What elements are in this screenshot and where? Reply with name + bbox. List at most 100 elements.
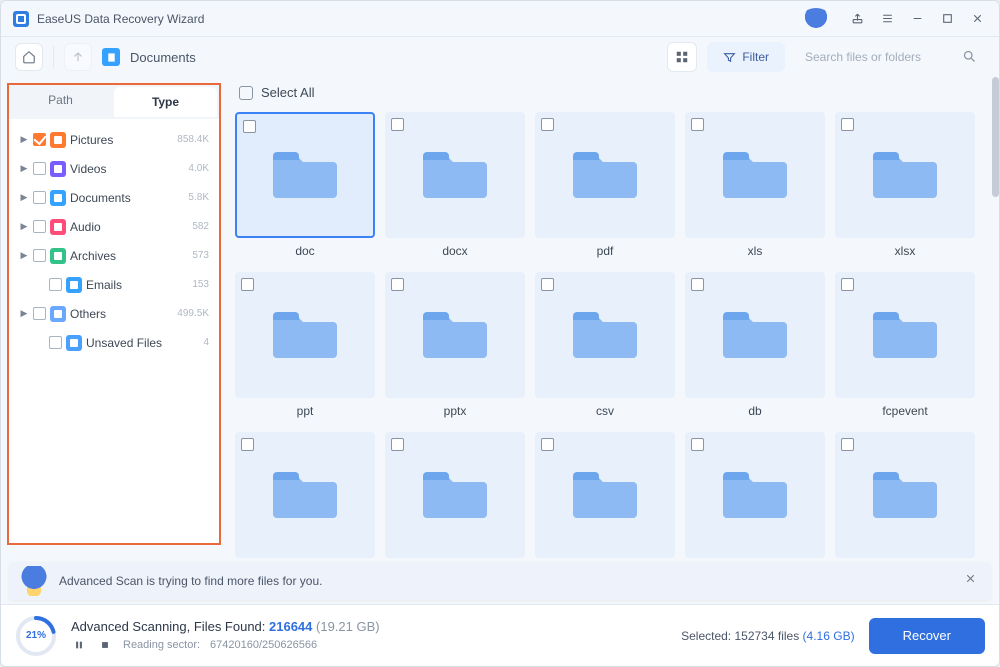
folder-tile[interactable]: xlsx [835, 112, 975, 258]
grid-scroll[interactable]: docdocxpdfxlsxlsx ppt pptx csvdb fcpevent [227, 106, 999, 604]
tile-checkbox[interactable] [691, 438, 704, 451]
chevron-right-icon: ▶ [19, 134, 29, 145]
chevron-right-icon: ▶ [19, 221, 29, 232]
folder-tile[interactable]: pptx [385, 272, 525, 418]
tile-checkbox[interactable] [391, 118, 404, 131]
maximize-button[interactable] [933, 5, 961, 33]
scrollbar-thumb[interactable] [992, 77, 999, 197]
pictures-icon [50, 132, 66, 148]
share-button[interactable] [843, 5, 871, 33]
documents-icon [102, 48, 120, 66]
folder-tile[interactable]: pdf [535, 112, 675, 258]
tile-checkbox[interactable] [541, 278, 554, 291]
item-checkbox[interactable] [49, 336, 62, 349]
sidebar-item-audio[interactable]: ▶Audio582 [13, 212, 215, 241]
tile-box [385, 272, 525, 398]
unsaved-icon [66, 335, 82, 351]
item-count: 858.4K [177, 134, 209, 145]
home-button[interactable] [15, 43, 43, 71]
sidebar-item-others[interactable]: ▶Others499.5K [13, 299, 215, 328]
select-all-checkbox[interactable] [239, 86, 253, 100]
folder-tile[interactable] [535, 432, 675, 564]
filter-button[interactable]: Filter [707, 42, 785, 72]
folder-icon [573, 146, 637, 205]
menu-button[interactable] [873, 5, 901, 33]
folder-tile[interactable]: fcpevent [835, 272, 975, 418]
tile-checkbox[interactable] [691, 278, 704, 291]
folder-tile[interactable]: xls [685, 112, 825, 258]
folder-tile[interactable]: csv [535, 272, 675, 418]
tile-checkbox[interactable] [391, 278, 404, 291]
folder-tile[interactable]: doc [235, 112, 375, 258]
folder-icon [423, 306, 487, 365]
item-checkbox[interactable] [33, 307, 46, 320]
tile-box [385, 112, 525, 238]
item-checkbox[interactable] [33, 162, 46, 175]
folder-tile[interactable]: db [685, 272, 825, 418]
minimize-button[interactable] [903, 5, 931, 33]
tile-box [685, 112, 825, 238]
folder-tile[interactable] [235, 432, 375, 564]
item-checkbox[interactable] [33, 249, 46, 262]
tile-checkbox[interactable] [391, 438, 404, 451]
folder-tile[interactable] [385, 432, 525, 564]
tile-box [835, 112, 975, 238]
folder-icon [273, 306, 337, 365]
tile-checkbox[interactable] [243, 120, 256, 133]
search-field[interactable] [795, 42, 985, 72]
up-button[interactable] [64, 43, 92, 71]
recover-button[interactable]: Recover [869, 618, 985, 654]
folder-icon [723, 466, 787, 525]
tile-label: fcpevent [882, 404, 927, 418]
sidebar-item-archives[interactable]: ▶Archives573 [13, 241, 215, 270]
chevron-right-icon: ▶ [19, 308, 29, 319]
tile-box [385, 432, 525, 558]
item-checkbox[interactable] [49, 278, 62, 291]
tile-label: pptx [444, 404, 467, 418]
item-count: 573 [192, 250, 209, 261]
sidebar-item-pictures[interactable]: ▶ Pictures 858.4K [13, 125, 215, 154]
sidebar-item-videos[interactable]: ▶Videos4.0K [13, 154, 215, 183]
sidebar-item-documents[interactable]: ▶Documents5.8K [13, 183, 215, 212]
audio-icon [50, 219, 66, 235]
sidebar-item-emails[interactable]: Emails153 [13, 270, 215, 299]
stop-button[interactable] [97, 637, 113, 653]
tile-box [535, 432, 675, 558]
folder-tile[interactable] [835, 432, 975, 564]
tile-checkbox[interactable] [691, 118, 704, 131]
tile-box [835, 432, 975, 558]
scrollbar[interactable] [991, 77, 999, 604]
tile-checkbox[interactable] [841, 438, 854, 451]
tile-checkbox[interactable] [241, 438, 254, 451]
banner-close-button[interactable] [960, 568, 981, 594]
folder-tile[interactable]: ppt [235, 272, 375, 418]
item-label: Archives [70, 249, 188, 263]
tile-checkbox[interactable] [541, 438, 554, 451]
folder-tile[interactable]: docx [385, 112, 525, 258]
divider [53, 46, 54, 68]
footer: 21% Advanced Scanning, Files Found: 2166… [1, 604, 999, 666]
tile-checkbox[interactable] [841, 278, 854, 291]
close-button[interactable] [963, 5, 991, 33]
item-checkbox[interactable] [33, 191, 46, 204]
progress-ring: 21% [15, 615, 57, 657]
pause-button[interactable] [71, 637, 87, 653]
banner-mascot-icon [19, 566, 49, 596]
item-label: Pictures [70, 133, 173, 147]
item-checkbox[interactable] [33, 220, 46, 233]
sidebar-item-unsaved-files[interactable]: Unsaved Files4 [13, 328, 215, 357]
search-input[interactable] [795, 42, 985, 72]
tile-checkbox[interactable] [841, 118, 854, 131]
breadcrumb[interactable]: Documents [130, 50, 196, 65]
tile-box [235, 112, 375, 238]
item-checkbox[interactable] [33, 133, 46, 146]
item-label: Documents [70, 191, 184, 205]
grid-view-button[interactable] [667, 42, 697, 72]
app-window: EaseUS Data Recovery Wizard [0, 0, 1000, 667]
folder-tile[interactable] [685, 432, 825, 564]
tab-type[interactable]: Type [114, 87, 217, 117]
tile-checkbox[interactable] [541, 118, 554, 131]
tab-path[interactable]: Path [9, 85, 112, 115]
documents-icon [50, 190, 66, 206]
tile-checkbox[interactable] [241, 278, 254, 291]
